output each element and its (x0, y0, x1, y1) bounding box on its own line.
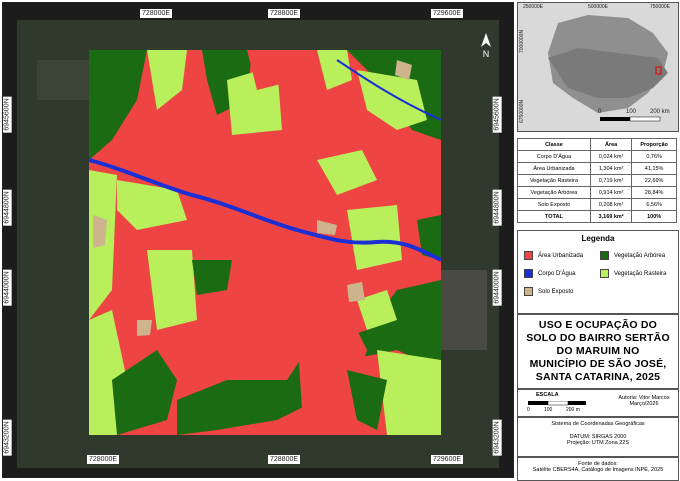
scale-label-100: 100 (544, 407, 553, 413)
title-line: MUNICÍPIO DE SÃO JOSÉ, (529, 358, 667, 370)
north-label: N (482, 49, 490, 59)
title-line: SOLO DO BAIRRO SERTÃO (526, 332, 670, 344)
table-row: Área Urbanizada 1,304 km² 41,15% (517, 162, 677, 175)
legend-title: Legenda (581, 234, 615, 243)
table-row: Vegetação Arbórea 0,914 km² 28,84% (517, 186, 677, 199)
table-cell: 6,56% (631, 198, 677, 211)
coord-left-3: 6944000N (3, 269, 12, 306)
crs-system: Sistema de Coordenadas Geográficas (551, 421, 645, 427)
legend-item-urban: Área Urbanizada (524, 251, 583, 260)
table-cell: TOTAL (517, 210, 591, 223)
coord-top-1: 728000E (140, 9, 173, 18)
legend-label: Solo Exposto (538, 288, 574, 295)
table-row: Solo Exposto 0,208 km² 6,56% (517, 198, 677, 211)
coord-left-2: 6944800N (3, 189, 12, 226)
table-cell: Corpo D'Água (517, 150, 591, 163)
table-cell: 0,914 km² (589, 186, 633, 199)
scale-title: ESCALA (536, 392, 559, 398)
legend-swatch (600, 269, 609, 278)
data-source: Fonte de dados: Satélite CBERS4A, Catálo… (517, 457, 679, 481)
main-map-frame: 728000E 728800E 729600E 728000E 728800E … (2, 2, 514, 478)
author-date: Março/2026 (629, 401, 659, 407)
coord-right-2: 6944800N (492, 189, 502, 226)
coord-bottom-1: 728000E (87, 455, 120, 464)
title-line: SANTA CATARINA, 2025 (535, 371, 661, 383)
legend-label: Área Urbanizada (538, 252, 584, 259)
table-cell: 0,024 km² (589, 150, 633, 163)
table-row: Corpo D'Água 0,024 km² 0,76% (517, 150, 677, 163)
table-cell: 22,69% (631, 174, 677, 187)
legend-item-water: Corpo D'Água (524, 269, 576, 278)
inset-y-tick-1: 7000000N (519, 29, 525, 53)
map-title: USO E OCUPAÇÃO DO SOLO DO BAIRRO SERTÃO … (517, 314, 679, 389)
table-cell: 1,304 km² (589, 162, 633, 175)
table-cell: Vegetação Rasteira (517, 174, 591, 187)
coord-right-1: 6945600N (492, 96, 502, 133)
legend-item-soil: Solo Exposto (524, 287, 573, 296)
coord-top-2: 728800E (268, 9, 301, 18)
table-total-row: TOTAL 3,169 km² 100% (517, 210, 677, 223)
inset-x-tick-3: 750000E (650, 4, 671, 10)
inset-x-tick-1: 250000E (523, 4, 544, 10)
legend-swatch (524, 251, 533, 260)
legend-label: Corpo D'Água (538, 270, 576, 277)
inset-scale-200: 200 km (650, 109, 670, 115)
legend-item-forest: Vegetação Arbórea (600, 251, 665, 260)
coord-bottom-2: 728800E (268, 455, 301, 464)
crs-info: Sistema de Coordenadas Geográficas DATUM… (517, 417, 679, 457)
inset-scale-100: 100 (626, 109, 637, 115)
scale-bar (528, 401, 586, 406)
land-use-map (17, 20, 499, 468)
area-table: Classe Área Proporção Corpo D'Água 0,024 … (517, 138, 677, 223)
table-cell: 0,208 km² (589, 198, 633, 211)
crs-projection: Projeção: UTM Zona 22S (566, 440, 630, 446)
legend-item-grass: Vegetação Rasteira (600, 269, 666, 278)
legend-swatch (600, 251, 609, 260)
table-header: Área (589, 138, 633, 151)
table-cell: 28,84% (631, 186, 677, 199)
table-cell: 100% (631, 210, 677, 223)
scale-author-box: ESCALA 0 100 200 m Autoria: Vitor Marcos… (517, 389, 679, 417)
legend-label: Vegetação Arbórea (614, 252, 666, 259)
source-text: Satélite CBERS4A, Catálogo de Imagens IN… (532, 467, 664, 473)
legend-label: Vegetação Rasteira (614, 270, 667, 277)
north-arrow-icon (481, 33, 491, 47)
table-header: Classe (517, 138, 591, 151)
coord-bottom-3: 729600E (431, 455, 464, 464)
satellite-basemap (17, 20, 499, 468)
table-cell: 0,76% (631, 150, 677, 163)
title-line: USO E OCUPAÇÃO DO (538, 319, 658, 331)
north-arrow: N (481, 33, 491, 59)
legend-swatch (524, 287, 533, 296)
scale-label-200: 200 m (566, 407, 580, 413)
legend-swatch (524, 269, 533, 278)
inset-scale-0: 0 (598, 109, 602, 115)
table-cell: Área Urbanizada (517, 162, 591, 175)
table-cell: Vegetação Arbórea (517, 186, 591, 199)
table-header: Proporção (631, 138, 677, 151)
coord-top-3: 729600E (431, 9, 464, 18)
inset-x-tick-2: 500000E (588, 4, 609, 10)
title-line: DO MARUIM NO (556, 345, 640, 357)
legend: Legenda Área Urbanizada Vegetação Arbóre… (517, 230, 679, 314)
scale-label-0: 0 (527, 407, 530, 413)
table-cell: Solo Exposto (517, 198, 591, 211)
table-row: Vegetação Rasteira 0,719 km² 22,69% (517, 174, 677, 187)
inset-map: 250000E 500000E 750000E 7000000N 6750000… (517, 2, 679, 132)
author-info: Autoria: Vitor Marcos Março/2026 (614, 395, 674, 407)
coord-right-3: 6944000N (492, 269, 502, 306)
coord-left-1: 6945600N (3, 96, 12, 133)
table-cell: 0,719 km² (589, 174, 633, 187)
table-cell: 41,15% (631, 162, 677, 175)
inset-y-tick-2: 6750000N (519, 99, 525, 123)
coord-right-4: 6943200N (492, 419, 502, 456)
table-cell: 3,169 km² (589, 210, 633, 223)
coord-left-4: 6943200N (3, 419, 12, 456)
